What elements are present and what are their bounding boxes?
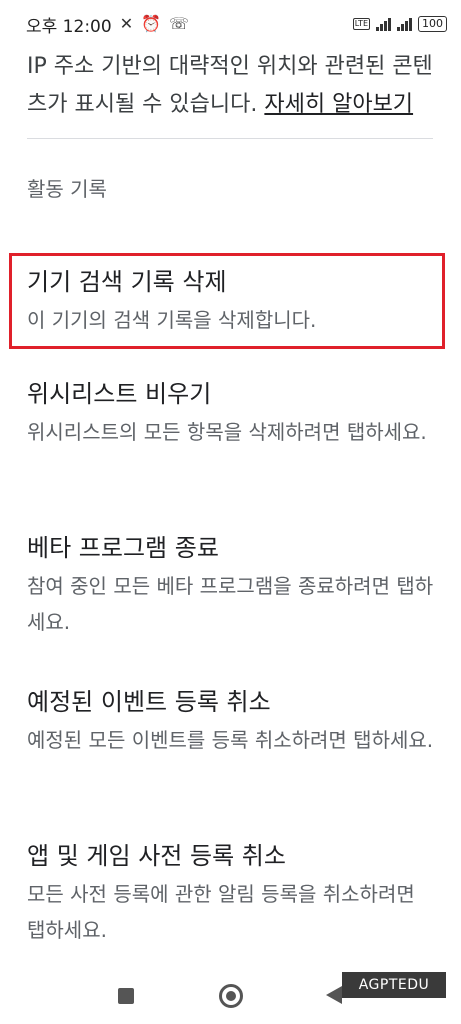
volte-badge: LTE <box>352 18 370 30</box>
item-clear-wishlist[interactable]: 위시리스트 비우기 위시리스트의 모든 항목을 삭제하려면 탭하세요. <box>27 378 437 450</box>
item-desc: 모든 사전 등록에 관한 알림 등록을 취소하려면 탭하세요. <box>27 882 415 942</box>
home-icon[interactable] <box>219 984 243 1008</box>
alarm-icon: ⏰ <box>141 14 162 33</box>
recents-icon[interactable] <box>118 988 134 1004</box>
item-desc: 참여 중인 모든 베타 프로그램을 종료하려면 탭하세요. <box>27 574 434 634</box>
settings-content: IP 주소 기반의 대략적인 위치와 관련된 콘텐츠가 표시될 수 있습니다. … <box>27 48 437 942</box>
watermark: AGPTEDU <box>342 972 446 998</box>
signal-icon-2 <box>397 17 412 31</box>
item-cancel-preregistration[interactable]: 앱 및 게임 사전 등록 취소 모든 사전 등록에 관한 알림 등록을 취소하려… <box>27 840 437 948</box>
item-desc: 위시리스트의 모든 항목을 삭제하려면 탭하세요. <box>27 420 427 444</box>
mute-icon: ✕ <box>119 14 134 33</box>
item-desc: 예정된 모든 이벤트를 등록 취소하려면 탭하세요. <box>27 728 434 752</box>
item-clear-search-history[interactable]: 기기 검색 기록 삭제 이 기기의 검색 기록을 삭제합니다. <box>27 266 437 338</box>
item-title: 기기 검색 기록 삭제 <box>27 268 227 296</box>
intro-text: IP 주소 기반의 대략적인 위치와 관련된 콘텐츠가 표시될 수 있습니다. … <box>27 48 437 124</box>
item-title: 예정된 이벤트 등록 취소 <box>27 688 271 716</box>
item-title: 위시리스트 비우기 <box>27 380 212 408</box>
item-title: 베타 프로그램 종료 <box>27 534 219 562</box>
battery-icon: 100 <box>418 16 447 32</box>
back-icon[interactable] <box>326 986 342 1004</box>
item-desc: 이 기기의 검색 기록을 삭제합니다. <box>27 308 317 332</box>
item-title: 앱 및 게임 사전 등록 취소 <box>27 842 286 870</box>
clock: 오후 12:00 <box>26 16 112 37</box>
wifi-call-icon: ☏ <box>169 14 190 33</box>
item-cancel-events[interactable]: 예정된 이벤트 등록 취소 예정된 모든 이벤트를 등록 취소하려면 탭하세요. <box>27 686 437 758</box>
status-bar: 오후 12:00 ✕ ⏰ ☏ LTE 100 <box>0 0 461 48</box>
learn-more-link[interactable]: 자세히 알아보기 <box>264 92 413 117</box>
signal-icon <box>376 17 391 31</box>
section-label: 활동 기록 <box>27 177 107 201</box>
divider <box>27 138 433 139</box>
item-leave-beta[interactable]: 베타 프로그램 종료 참여 중인 모든 베타 프로그램을 종료하려면 탭하세요. <box>27 532 437 640</box>
